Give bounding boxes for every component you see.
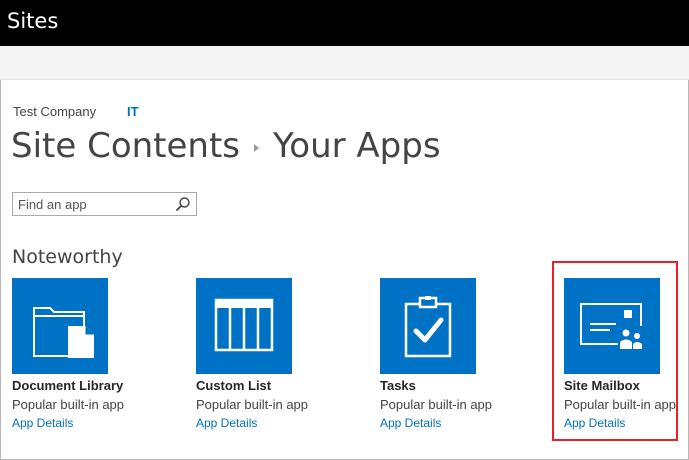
app-details-link[interactable]: App Details (380, 416, 530, 430)
breadcrumb-site-link[interactable]: Test Company (13, 104, 96, 119)
suite-bar-title[interactable]: Sites (7, 9, 58, 33)
app-tile-description: Popular built-in app (12, 397, 125, 412)
app-details-link[interactable]: App Details (12, 416, 162, 430)
app-tile-tasks: Tasks Popular built-in app App Details (380, 278, 530, 430)
app-tile-document-library: Document Library Popular built-in app Ap… (12, 278, 162, 430)
page-title-current: Your Apps (273, 126, 441, 166)
site-mailbox-highlight-box (552, 261, 678, 441)
document-library-icon (33, 307, 94, 358)
app-tile-custom-list: Custom List Popular built-in app App Det… (196, 278, 346, 430)
app-tile-icon-button[interactable] (196, 278, 292, 374)
app-tile-description: Popular built-in app (196, 397, 309, 412)
suite-bar: Sites (0, 0, 689, 46)
ribbon-bar (0, 46, 689, 80)
app-tile-name[interactable]: Document Library (12, 378, 162, 393)
breadcrumb: Test Company IT (13, 104, 139, 119)
tasks-icon (404, 296, 452, 358)
page-title: Site Contents Your Apps (11, 126, 441, 166)
app-details-link[interactable]: App Details (196, 416, 346, 430)
search-icon[interactable] (175, 196, 191, 212)
custom-list-icon (214, 298, 274, 352)
app-tile-icon-button[interactable] (380, 278, 476, 374)
noteworthy-heading: Noteworthy (12, 246, 123, 268)
page-title-parent-link[interactable]: Site Contents (11, 126, 240, 166)
app-tile-icon-button[interactable] (12, 278, 108, 374)
app-tile-name[interactable]: Tasks (380, 378, 530, 393)
find-app-search-box[interactable] (12, 192, 197, 216)
find-app-input[interactable] (13, 193, 173, 215)
app-tile-name[interactable]: Custom List (196, 378, 346, 393)
breadcrumb-subsite-link[interactable]: IT (127, 104, 139, 119)
breadcrumb-arrow-icon (254, 143, 260, 152)
app-tile-description: Popular built-in app (380, 397, 493, 412)
